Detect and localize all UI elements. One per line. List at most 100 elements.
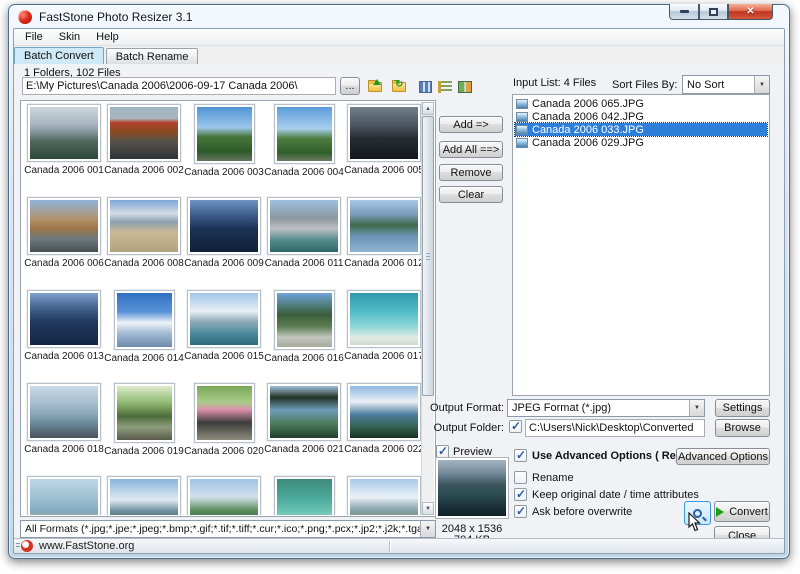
play-icon — [716, 507, 724, 517]
thumbnail-card — [187, 290, 261, 348]
thumbnail-item[interactable]: Canada 2006 012 — [344, 197, 422, 290]
input-list-item[interactable]: Canada 2006 029.JPG — [515, 136, 767, 149]
thumbnail-image — [197, 107, 252, 161]
thumbnail-card — [347, 290, 421, 348]
preview-card — [435, 457, 509, 519]
thumbnail-item[interactable] — [264, 476, 344, 515]
thumbnail-item[interactable]: Canada 2006 017 — [344, 290, 422, 383]
thumbnail-image — [30, 386, 98, 438]
output-folder-input[interactable] — [525, 419, 705, 437]
output-format-value: JPEG Format (*.jpg) — [508, 402, 689, 414]
thumbnail-card — [194, 383, 255, 443]
input-list-item[interactable]: Canada 2006 065.JPG — [515, 97, 767, 110]
thumbnail-label: Canada 2006 021 — [264, 444, 344, 455]
thumbnail-item[interactable] — [24, 476, 104, 515]
file-name: Canada 2006 033.JPG — [532, 124, 644, 136]
thumbnail-card — [27, 476, 101, 515]
output-format-dropdown[interactable]: JPEG Format (*.jpg) — [507, 399, 705, 417]
image-file-icon — [516, 99, 528, 109]
input-list-item[interactable]: Canada 2006 033.JPG — [515, 123, 767, 136]
tab[interactable]: Batch Convert — [14, 47, 104, 64]
thumbnail-item[interactable]: Canada 2006 014 — [104, 290, 184, 383]
minimize-button[interactable] — [669, 4, 699, 20]
thumbnail-item[interactable]: Canada 2006 003 — [184, 104, 264, 197]
thumbnail-card — [187, 197, 261, 255]
thumbnail-label: Canada 2006 009 — [184, 258, 264, 269]
browse-path-button[interactable]: ... — [340, 77, 360, 95]
thumbnail-card — [27, 383, 101, 441]
add-button[interactable]: Add => — [439, 116, 503, 133]
refresh-button[interactable]: ↻ — [390, 78, 408, 95]
thumbnail-item[interactable]: Canada 2006 015 — [184, 290, 264, 383]
browse-button[interactable]: Browse — [715, 419, 770, 437]
thumbnail-item[interactable]: Canada 2006 002 — [104, 104, 184, 197]
thumbnails-view-button[interactable] — [456, 78, 474, 95]
clear-button[interactable]: Clear — [439, 186, 503, 203]
thumbnail-item[interactable]: Canada 2006 019 — [104, 383, 184, 476]
window-body: FileSkinHelp Batch ConvertBatch Rename 1… — [13, 28, 785, 554]
status-link[interactable]: www.FastStone.org — [39, 540, 134, 552]
thumbnail-label: Canada 2006 013 — [24, 351, 104, 362]
columns-view-button[interactable] — [416, 78, 434, 95]
faststone-logo-icon — [21, 540, 33, 552]
tab[interactable]: Batch Rename — [106, 48, 199, 64]
thumbnail-item[interactable]: Canada 2006 021 — [264, 383, 344, 476]
add-all-button[interactable]: Add All ==> — [439, 141, 503, 158]
format-filter-dropdown[interactable]: All Formats (*.jpg;*.jpe;*.jpeg;*.bmp;*.… — [20, 520, 436, 538]
thumbnail-item[interactable]: Canada 2006 009 — [184, 197, 264, 290]
details-view-button[interactable] — [436, 78, 454, 95]
input-list-item[interactable]: Canada 2006 042.JPG — [515, 110, 767, 123]
thumbnail-item[interactable]: Canada 2006 008 — [104, 197, 184, 290]
thumbnail-label: Canada 2006 020 — [184, 446, 264, 457]
thumbnail-image — [350, 479, 418, 515]
thumbnail-label: Canada 2006 001 — [24, 165, 104, 176]
thumbnail-card — [274, 476, 335, 515]
thumbnail-item[interactable]: Canada 2006 004 — [264, 104, 344, 197]
sort-files-dropdown[interactable]: No Sort — [682, 75, 770, 94]
scrollbar-thumb[interactable] — [422, 116, 434, 396]
thumbnail-image — [190, 200, 258, 252]
thumbnail-image — [117, 293, 172, 347]
chevron-down-icon — [689, 400, 704, 416]
folder-path-input[interactable] — [22, 77, 336, 95]
convert-button[interactable]: Convert — [714, 501, 770, 522]
remove-button[interactable]: Remove — [439, 164, 503, 181]
thumbnail-item[interactable] — [344, 476, 422, 515]
keep-date-checkbox[interactable] — [514, 488, 527, 501]
thumbnail-item[interactable]: Canada 2006 016 — [264, 290, 344, 383]
rename-checkbox[interactable] — [514, 471, 527, 484]
close-button[interactable]: ✕ — [728, 4, 773, 20]
menu-item[interactable]: Skin — [51, 30, 88, 44]
thumbnail-card — [114, 383, 175, 443]
maximize-button[interactable] — [699, 4, 728, 20]
thumbnail-item[interactable]: Canada 2006 006 — [24, 197, 104, 290]
thumbnail-card — [274, 104, 335, 164]
title-bar[interactable]: FastStone Photo Resizer 3.1 ✕ — [9, 5, 789, 29]
menu-item[interactable]: File — [17, 30, 51, 44]
thumbnail-card — [107, 104, 181, 162]
output-folder-checkbox[interactable] — [509, 420, 522, 433]
thumbnail-item[interactable]: Canada 2006 001 — [24, 104, 104, 197]
preview-image — [438, 460, 506, 516]
advanced-options-button[interactable]: Advanced Options — [676, 448, 770, 465]
settings-button[interactable]: Settings — [715, 399, 770, 417]
folder-up-button[interactable] — [366, 78, 384, 95]
thumbnail-item[interactable] — [104, 476, 184, 515]
thumbnail-item[interactable]: Canada 2006 018 — [24, 383, 104, 476]
scroll-up-icon[interactable]: ▲ — [422, 102, 434, 115]
thumbnail-item[interactable]: Canada 2006 020 — [184, 383, 264, 476]
thumbnail-item[interactable] — [184, 476, 264, 515]
thumbnail-card — [267, 383, 341, 441]
thumbnail-item[interactable]: Canada 2006 011 — [264, 197, 344, 290]
thumbnail-scrollbar[interactable]: ▲ ▼ — [421, 102, 434, 515]
thumbnail-card — [107, 476, 181, 515]
thumbnail-item[interactable]: Canada 2006 013 — [24, 290, 104, 383]
scroll-down-icon[interactable]: ▼ — [422, 502, 434, 515]
ask-overwrite-checkbox[interactable] — [514, 505, 527, 518]
thumbnail-item[interactable]: Canada 2006 022 — [344, 383, 422, 476]
thumbnail-label: Canada 2006 011 — [265, 258, 344, 269]
output-format-label: Output Format: — [430, 402, 504, 414]
menu-item[interactable]: Help — [88, 30, 127, 44]
use-advanced-options-checkbox[interactable] — [514, 449, 527, 462]
thumbnail-item[interactable]: Canada 2006 005 — [344, 104, 422, 197]
